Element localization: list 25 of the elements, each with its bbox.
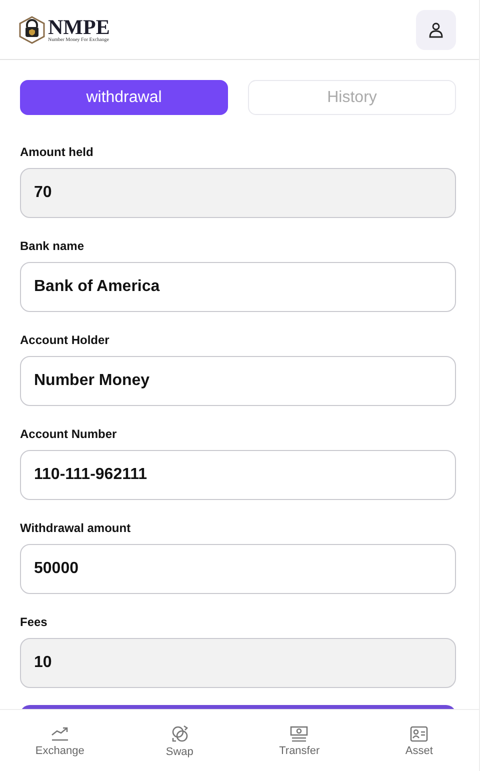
user-icon xyxy=(429,22,443,38)
shield-lock-logo-icon xyxy=(19,16,45,44)
field-label: Account Holder xyxy=(20,333,110,347)
input-field[interactable]: 50000 xyxy=(20,544,456,594)
nav-item[interactable]: Swap xyxy=(120,710,240,771)
profile-button[interactable] xyxy=(416,10,456,50)
nav-item[interactable]: Asset xyxy=(359,710,479,771)
exchange-icon xyxy=(50,724,70,742)
input-field[interactable]: 10 xyxy=(20,638,456,688)
nav-item[interactable]: Transfer xyxy=(240,710,360,771)
field-label: Account Number xyxy=(20,427,118,441)
asset-icon xyxy=(409,724,430,742)
field-label: Amount held xyxy=(20,145,94,159)
field-label: Fees xyxy=(20,615,48,629)
input-field[interactable]: Bank of America xyxy=(20,262,456,312)
tab[interactable]: withdrawal xyxy=(20,80,228,115)
field-label: Bank name xyxy=(20,239,86,253)
logo-title: NMPE xyxy=(48,16,110,38)
swap-icon xyxy=(170,724,190,744)
input-field[interactable]: 110-111-962111 xyxy=(20,450,456,500)
input-field[interactable]: Number Money xyxy=(20,356,456,406)
field-label: Withdrawal amount xyxy=(20,521,132,535)
transfer-icon xyxy=(289,724,310,742)
nav-item[interactable]: Exchange xyxy=(0,710,120,771)
input-field[interactable]: 70 xyxy=(20,168,456,218)
